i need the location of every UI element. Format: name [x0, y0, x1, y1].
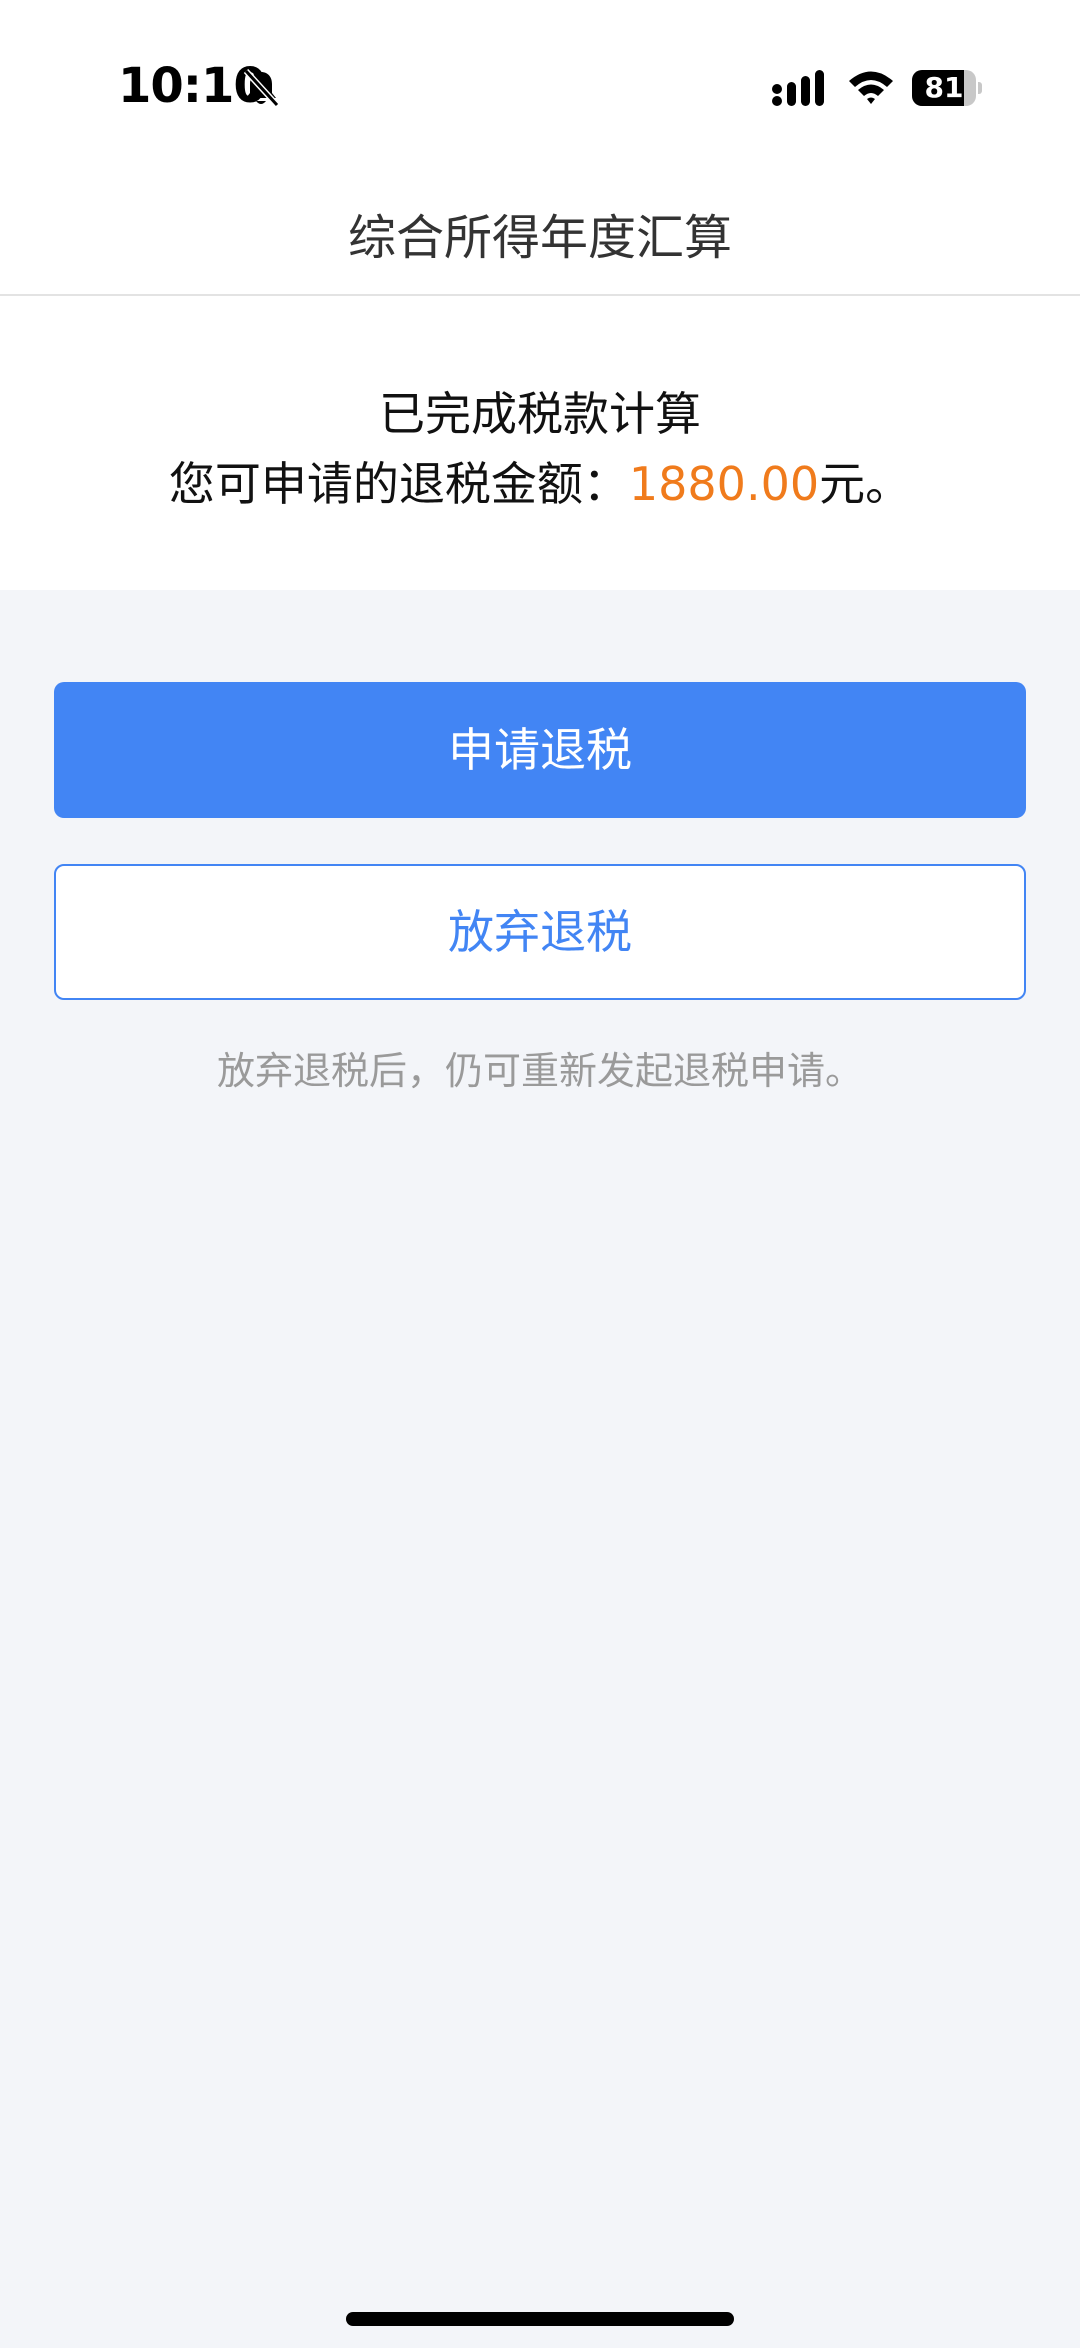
refund-amount-line: 您可申请的退税金额：1880.00元。: [0, 448, 1080, 514]
refund-amount: 1880.00: [628, 457, 820, 511]
bell-slash-icon: [243, 68, 280, 108]
result-card: 已完成税款计算 您可申请的退税金额：1880.00元。: [0, 296, 1080, 590]
result-title: 已完成税款计算: [379, 387, 701, 441]
battery-level: 81: [924, 71, 964, 104]
home-indicator[interactable]: [346, 2312, 734, 2326]
battery-tip: [978, 82, 982, 94]
refund-amount-prefix: 您可申请的退税金额：: [168, 457, 629, 511]
abandon-hint: 放弃退税后，仍可重新发起退税申请。: [216, 1049, 863, 1093]
signal-icon: [772, 70, 824, 106]
page-title: 综合所得年度汇算: [347, 210, 732, 266]
nav-bar: 综合所得年度汇算: [0, 170, 1080, 296]
battery-icon: 81: [912, 70, 982, 106]
status-bar: 10:10 81: [0, 0, 1080, 170]
battery-body: 81: [912, 70, 976, 106]
abandon-refund-button[interactable]: 放弃退税: [54, 864, 1026, 1000]
wifi-icon: [849, 71, 893, 104]
apply-refund-button[interactable]: 申请退税: [54, 682, 1026, 818]
refund-amount-suffix: 元。: [819, 457, 912, 511]
